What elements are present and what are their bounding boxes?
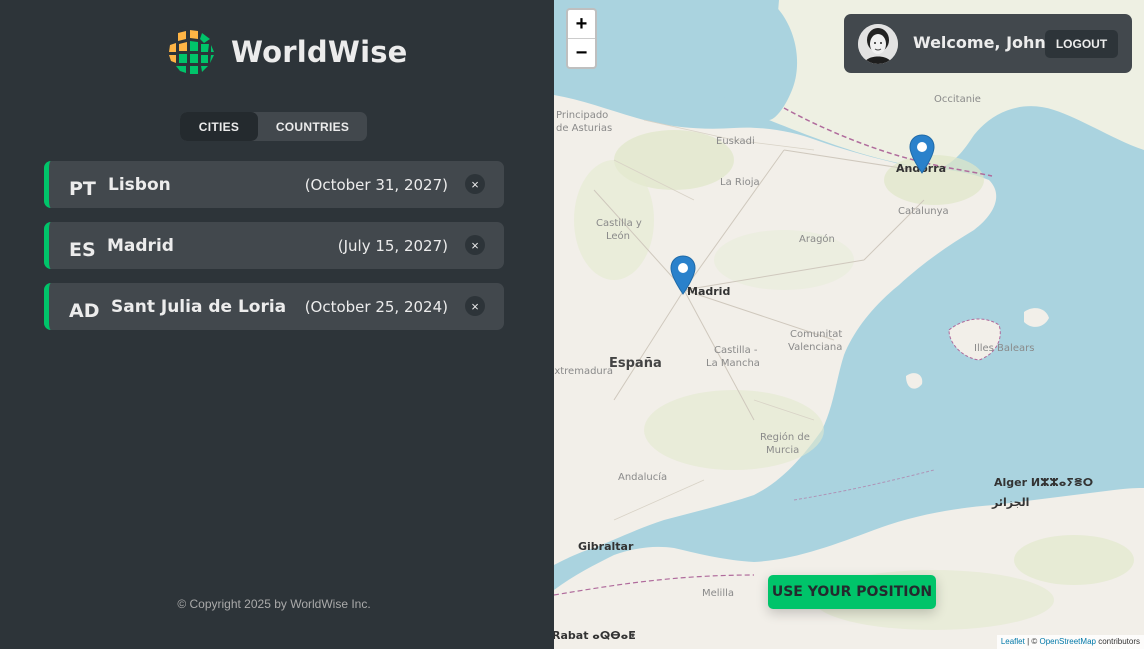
map-terrain bbox=[554, 0, 1144, 649]
city-date: (October 25, 2024) bbox=[304, 298, 448, 316]
country-code: AD bbox=[69, 300, 100, 322]
map-marker-icon[interactable] bbox=[670, 255, 696, 295]
map-marker-icon[interactable] bbox=[909, 134, 935, 174]
map-label: Comunitat bbox=[790, 329, 843, 340]
city-list: PT Lisbon (October 31, 2027) × ES Madrid… bbox=[44, 161, 504, 344]
attribution-separator: | © bbox=[1024, 637, 1040, 646]
country-code: ES bbox=[69, 239, 96, 261]
avatar bbox=[858, 24, 898, 64]
delete-city-button[interactable]: × bbox=[465, 235, 485, 255]
map-label-spain: España bbox=[609, 356, 662, 371]
map-label: Catalunya bbox=[898, 206, 949, 217]
logout-button[interactable]: LOGOUT bbox=[1045, 30, 1118, 58]
map-label: Melilla bbox=[702, 588, 735, 599]
map-label: Andalucía bbox=[618, 472, 668, 483]
map-label: Illes Balears bbox=[974, 343, 1035, 354]
sidebar: WorldWise CITIES COUNTRIES PT Lisbon (Oc… bbox=[0, 0, 554, 649]
zoom-control: + − bbox=[566, 8, 597, 69]
attribution-contributors: contributors bbox=[1095, 637, 1140, 646]
city-name: Lisbon bbox=[108, 175, 171, 195]
map-label: de Asturias bbox=[556, 123, 613, 134]
copyright: © Copyright 2025 by WorldWise Inc. bbox=[177, 597, 371, 611]
city-name: Madrid bbox=[107, 236, 174, 256]
city-date: (July 15, 2027) bbox=[337, 237, 448, 255]
tab-cities[interactable]: CITIES bbox=[180, 112, 258, 141]
welcome-text: Welcome, John bbox=[913, 33, 1046, 52]
leaflet-link[interactable]: Leaflet bbox=[1001, 637, 1025, 646]
list-item[interactable]: PT Lisbon (October 31, 2027) × bbox=[44, 161, 504, 208]
map-label: La Rioja bbox=[720, 177, 760, 188]
map-label: Principado bbox=[556, 110, 609, 121]
app-logo[interactable]: WorldWise bbox=[164, 25, 408, 79]
map-label: León bbox=[606, 231, 631, 242]
use-position-button[interactable]: USE YOUR POSITION bbox=[768, 575, 936, 609]
list-item[interactable]: AD Sant Julia de Loria (October 25, 2024… bbox=[44, 283, 504, 330]
tab-countries[interactable]: COUNTRIES bbox=[258, 112, 367, 141]
map-label-aljazair: الجزائر bbox=[992, 496, 1030, 509]
zoom-out-button[interactable]: − bbox=[568, 39, 595, 68]
map-label-alger: Alger ⵍⵣⵣⴰⵢⴻⵔ bbox=[994, 476, 1094, 489]
map-label: Murcia bbox=[766, 445, 800, 456]
map-label-gibraltar: Gibraltar bbox=[578, 540, 634, 553]
map-label: Región de bbox=[760, 432, 810, 443]
map-label: La Mancha bbox=[706, 358, 760, 369]
map-label: Castilla y bbox=[596, 218, 642, 229]
delete-city-button[interactable]: × bbox=[465, 174, 485, 194]
city-date: (October 31, 2027) bbox=[304, 176, 448, 194]
map-label-rabat: Rabat ⴰⵕⴱⴰⵟ bbox=[554, 629, 636, 642]
globe-logo-icon bbox=[165, 26, 217, 78]
map[interactable]: Principado de Asturias Euskadi La Rioja … bbox=[554, 0, 1144, 649]
city-name: Sant Julia de Loria bbox=[111, 297, 287, 317]
map-label: Extremadura bbox=[554, 366, 613, 377]
app-name: WorldWise bbox=[231, 35, 408, 69]
user-avatar-icon bbox=[858, 24, 898, 64]
map-label: Euskadi bbox=[716, 136, 755, 147]
user-box: Welcome, John LOGOUT bbox=[844, 14, 1132, 73]
country-code: PT bbox=[69, 178, 96, 200]
map-label: Occitanie bbox=[934, 94, 981, 105]
view-tabs: CITIES COUNTRIES bbox=[180, 112, 367, 141]
delete-city-button[interactable]: × bbox=[465, 296, 485, 316]
map-label: Valenciana bbox=[788, 342, 843, 353]
map-label: Castilla - bbox=[714, 345, 758, 356]
zoom-in-button[interactable]: + bbox=[568, 10, 595, 39]
map-label: Aragón bbox=[799, 234, 835, 245]
list-item[interactable]: ES Madrid (July 15, 2027) × bbox=[44, 222, 504, 269]
map-attribution: Leaflet | © OpenStreetMap contributors bbox=[996, 635, 1144, 649]
osm-link[interactable]: OpenStreetMap bbox=[1039, 637, 1095, 646]
